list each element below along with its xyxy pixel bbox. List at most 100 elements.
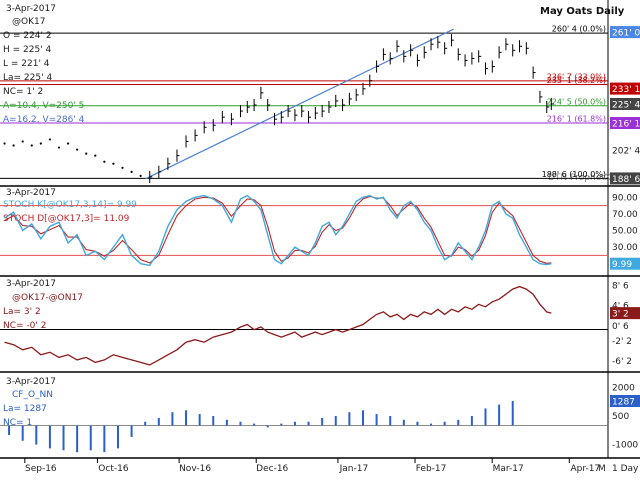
cot-bar — [198, 414, 201, 426]
cot-bar — [430, 423, 433, 426]
price-tag: 261' 0 — [612, 29, 640, 39]
cot-bar — [416, 421, 419, 426]
price-tag: 188' 6 — [612, 175, 640, 185]
cot-bar — [348, 412, 351, 426]
spread-symbol: @OK17-@ON17 — [12, 293, 83, 303]
price-point — [66, 142, 70, 145]
price-symbol: @OK17 — [12, 17, 45, 27]
spread-last: La= 3' 2 — [3, 307, 41, 317]
x-tick-label: Apr-17 — [570, 464, 600, 474]
spread-tick-label: -6' 2 — [612, 357, 632, 367]
cot-bar — [144, 421, 147, 426]
cot-bar — [130, 425, 133, 437]
price-net-change: NC= 1' 2 — [3, 87, 43, 97]
spread-last-tag: 3' 2 — [612, 310, 629, 320]
price-low: L = 221' 4 — [3, 59, 50, 69]
cot-bar — [116, 425, 119, 449]
cot-bar — [48, 425, 51, 449]
chart: 3-Apr-2017 May Oats Daily @OK17 O = 224'… — [0, 0, 640, 480]
cot-bar — [62, 425, 65, 451]
cot-tick-label: 2000 — [612, 383, 635, 393]
cot-bar — [266, 425, 269, 428]
cot-date: 3-Apr-2017 — [6, 377, 56, 387]
price-point — [130, 170, 133, 173]
x-tick-label: Sep-16 — [25, 464, 57, 474]
price-point — [57, 146, 61, 149]
cot-bar — [212, 416, 215, 426]
cot-bar — [89, 425, 92, 451]
stoch-date: 3-Apr-2017 — [6, 188, 56, 198]
cot-net-change: NC= 1 — [3, 418, 32, 428]
cot-bar — [334, 416, 337, 426]
cot-bar — [253, 423, 256, 426]
x-tick-label: Jan-17 — [339, 464, 369, 474]
cot-tick-label: -1000 — [612, 441, 638, 451]
cot-bar — [361, 410, 364, 426]
price-point — [103, 160, 106, 163]
cot-bar — [307, 421, 310, 426]
cot-bar — [484, 408, 487, 426]
cot-bar — [225, 419, 228, 426]
stoch-tick-label: 50.00 — [612, 227, 638, 237]
stoch-last-tag: 9.99 — [612, 260, 632, 270]
cot-last: La= 1287 — [3, 404, 47, 414]
cot-tick-label: 500 — [612, 412, 629, 422]
price-point — [21, 140, 24, 143]
cot-bar — [457, 419, 460, 426]
cot-bar — [511, 401, 514, 426]
cot-bar — [103, 425, 106, 453]
cot-bar — [35, 425, 38, 445]
cot-symbol: CF_O_NN — [12, 390, 53, 400]
stoch-k-legend: STOCH K[@OK17,3,14]= 9.99 — [3, 200, 137, 210]
fib-label: 260' 4 (0.0%) — [552, 25, 606, 34]
fib-label: 216' 1 (61.8%) — [547, 115, 606, 124]
price-point — [139, 174, 142, 177]
cot-bar — [171, 412, 174, 426]
fib-label: 224' 5 (50.0%) — [547, 97, 606, 106]
cot-bar — [498, 404, 501, 426]
fib-label: 235' 1 (38.2%) — [547, 76, 606, 85]
plot-frame — [0, 0, 640, 480]
cot-last-tag: 1287 — [612, 398, 635, 408]
cot-bar — [280, 423, 283, 426]
price-point — [85, 152, 88, 155]
cot-bar — [375, 414, 378, 426]
cot-bar — [293, 421, 296, 426]
spread-tick-label: 8' 6 — [612, 281, 629, 291]
x-tick-label: Dec-16 — [256, 464, 288, 474]
cot-bar — [76, 425, 79, 453]
x-tick-label: Feb-17 — [416, 464, 447, 474]
price-tag: 216' 1 — [612, 120, 640, 130]
spread-tick-label: -2' 2 — [612, 337, 632, 347]
price-open: O = 224' 2 — [3, 31, 52, 41]
price-point — [12, 144, 15, 147]
cot-bar — [321, 417, 324, 426]
price-point — [76, 148, 79, 151]
price-point — [121, 166, 124, 169]
price-tag: 233' 1 — [612, 85, 640, 95]
cot-bar — [157, 417, 160, 426]
x-tick-label: M — [598, 464, 606, 474]
stoch-d-legend: STOCH D[@OK17,3]= 11.09 — [3, 214, 130, 224]
price-point — [48, 138, 52, 141]
chart-title: May Oats Daily — [540, 6, 625, 17]
cot-bar — [21, 425, 24, 441]
period-label: 1 Day — [612, 464, 639, 474]
stoch-tick-label: 90.00 — [612, 193, 638, 203]
spread-tick-label: 0' 6 — [612, 322, 629, 332]
cot-bar — [239, 421, 242, 426]
cot-bar — [402, 419, 405, 426]
price-tick-label: 202' 4 — [612, 147, 640, 157]
cot-bar — [389, 416, 392, 426]
price-tag: 225' 4 — [612, 100, 640, 110]
price-point — [39, 142, 42, 145]
price-point — [30, 144, 33, 147]
price-point — [3, 142, 6, 145]
price-point — [112, 162, 115, 165]
cot-bar — [185, 410, 188, 426]
price-date: 3-Apr-2017 — [6, 4, 56, 14]
stoch-tick-label: 70.00 — [612, 210, 638, 220]
cot-bar — [443, 421, 446, 426]
x-tick-label: Nov-16 — [179, 464, 211, 474]
spread-date: 3-Apr-2017 — [6, 279, 56, 289]
